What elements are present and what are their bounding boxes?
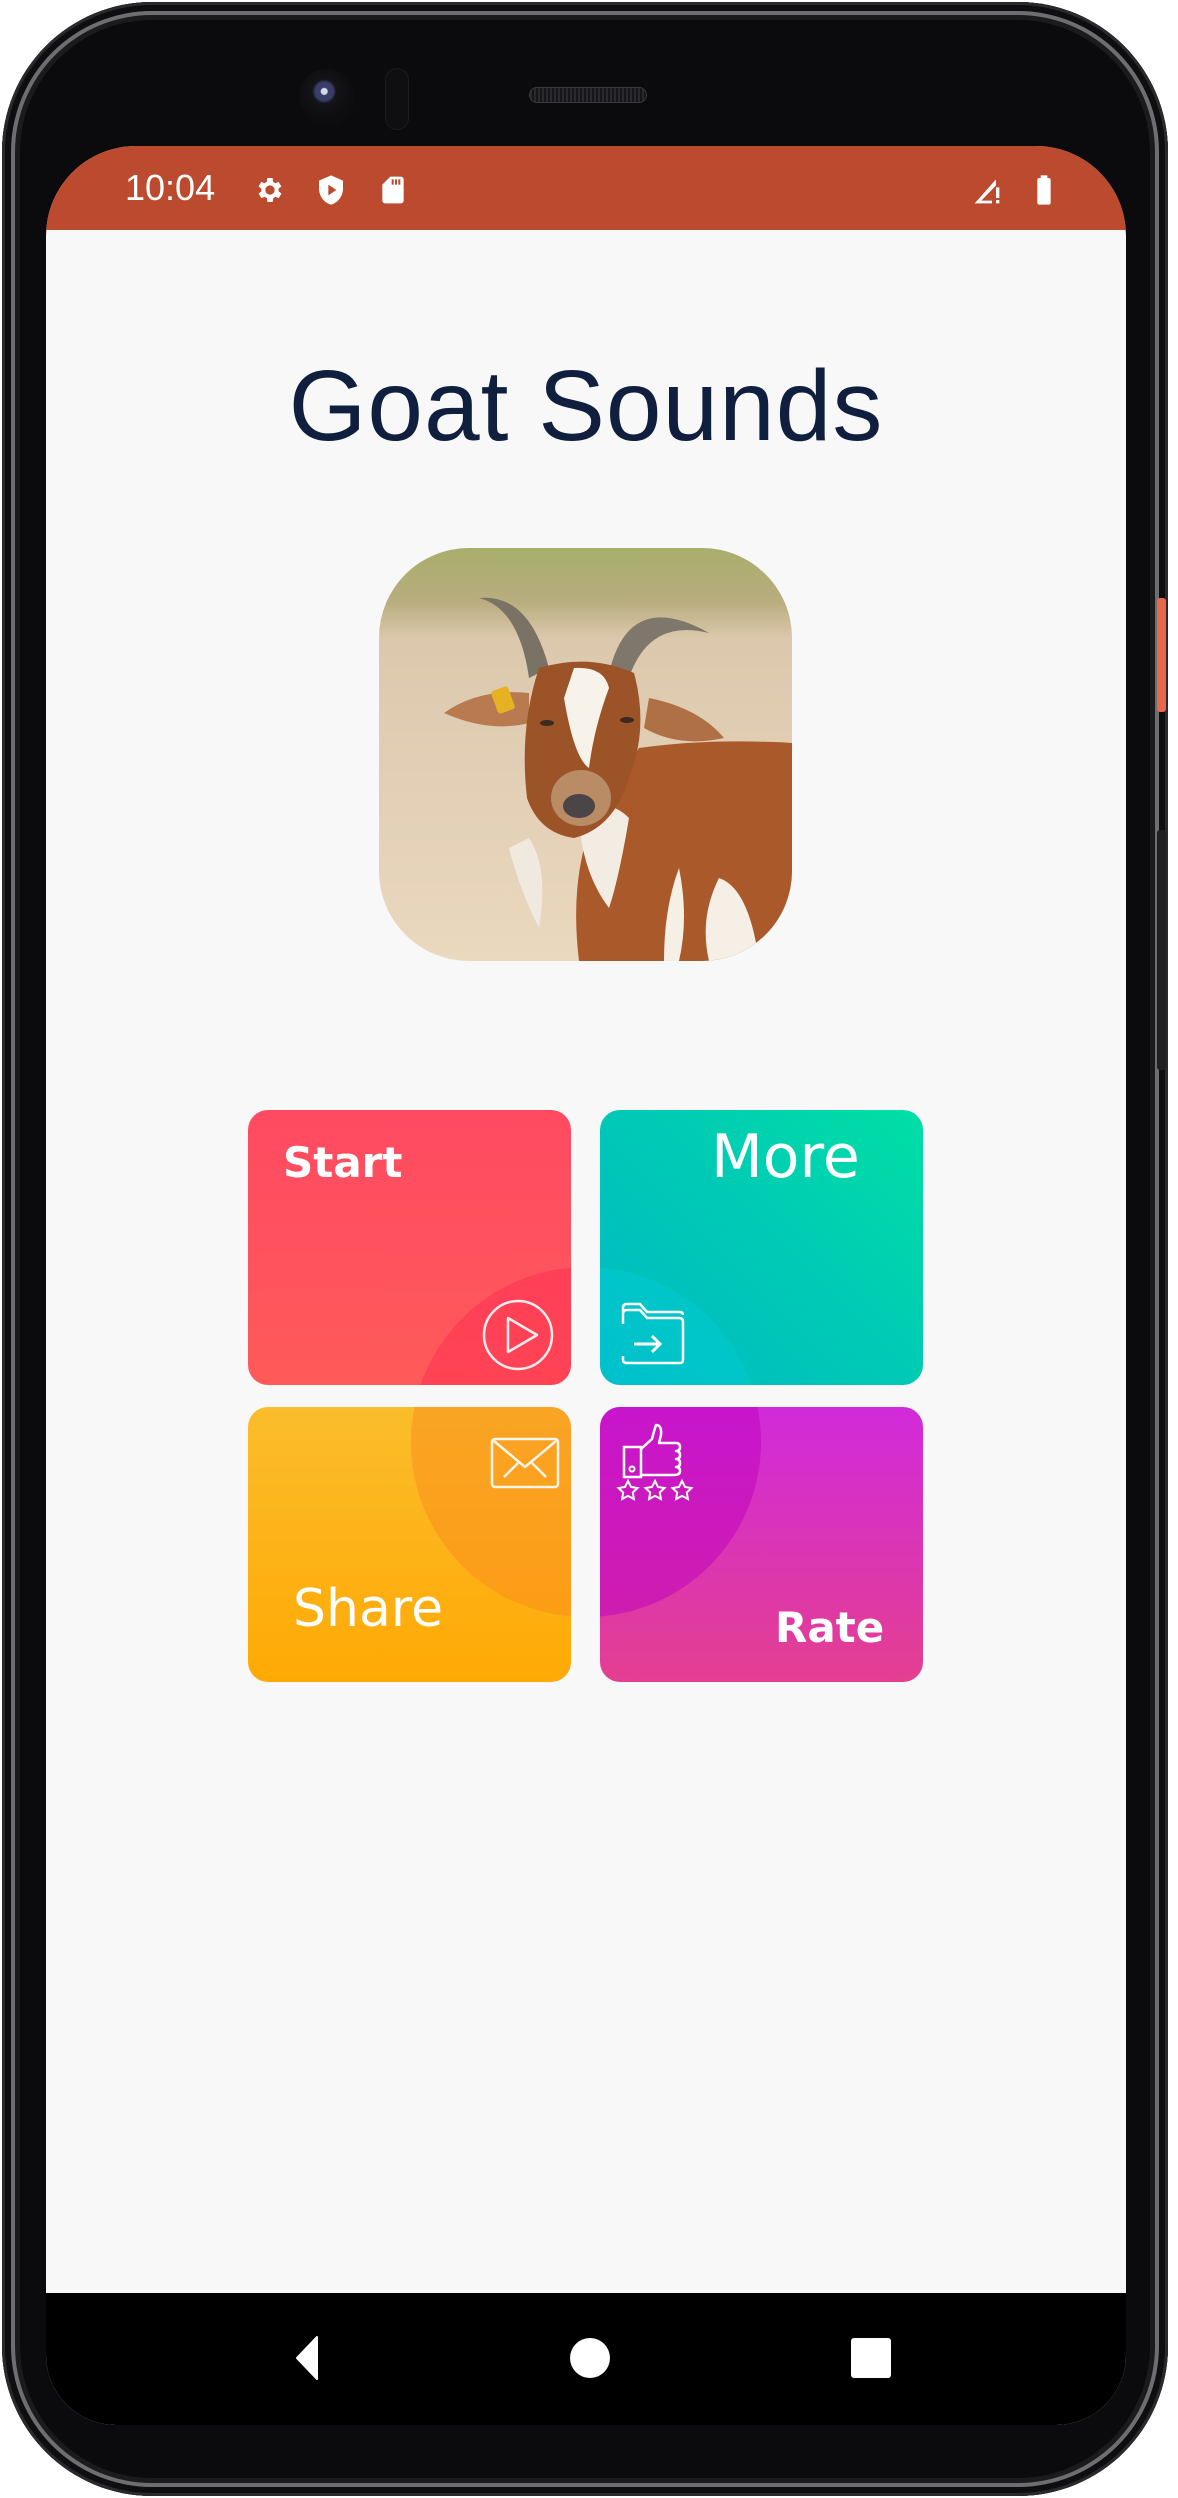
rate-label: Rate — [775, 1603, 885, 1652]
play-circle-icon — [482, 1299, 554, 1371]
goat-photo — [379, 548, 792, 961]
thumbs-up-stars-icon — [616, 1423, 694, 1501]
rate-button[interactable]: Rate — [600, 1407, 923, 1682]
status-time: 10:04 — [125, 167, 216, 208]
navigation-bar — [46, 2293, 1126, 2425]
more-button[interactable]: More — [600, 1110, 923, 1385]
proximity-sensor — [385, 68, 409, 130]
share-button[interactable]: Share — [248, 1407, 571, 1682]
goat-illustration — [379, 548, 792, 961]
back-icon[interactable] — [281, 2333, 331, 2383]
app-title: Goat Sounds — [288, 350, 884, 462]
front-camera — [299, 69, 355, 125]
earpiece-speaker — [529, 87, 647, 103]
more-label: More — [711, 1122, 860, 1192]
screen: 10:04 Goat Sounds Start More Share Rate — [46, 146, 1126, 2425]
start-label: Start — [283, 1138, 403, 1187]
volume-button[interactable] — [1157, 830, 1166, 1070]
folder-arrow-icon — [621, 1302, 685, 1365]
power-button[interactable] — [1157, 598, 1166, 712]
envelope-icon — [490, 1437, 560, 1489]
sd-card-icon — [382, 176, 404, 204]
recents-icon[interactable] — [846, 2333, 896, 2383]
battery-icon — [1037, 175, 1051, 205]
home-icon[interactable] — [565, 2333, 615, 2383]
signal-alert-icon — [974, 179, 1000, 204]
share-label: Share — [293, 1579, 444, 1639]
shield-play-icon — [319, 175, 343, 205]
status-bar: 10:04 — [46, 146, 1126, 230]
start-button[interactable]: Start — [248, 1110, 571, 1385]
gear-icon — [258, 178, 282, 202]
